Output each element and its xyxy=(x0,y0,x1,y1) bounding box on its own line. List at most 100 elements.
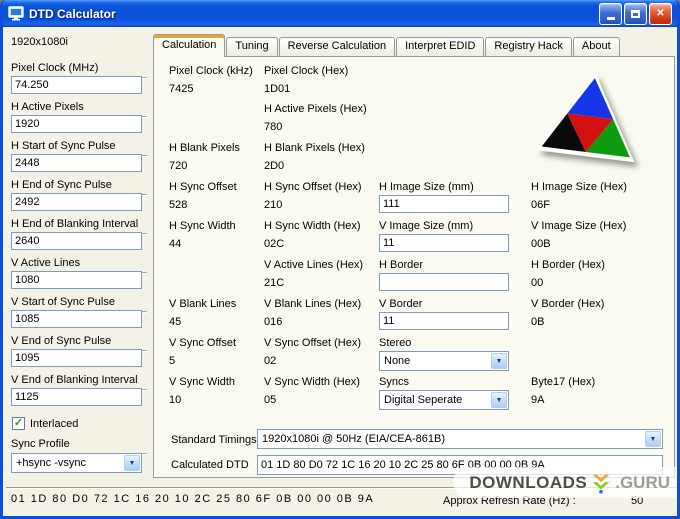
interlaced-label: Interlaced xyxy=(30,417,79,430)
byte17-hex-value: 9A xyxy=(531,394,545,406)
interlaced-checkbox[interactable]: ✓ xyxy=(12,417,25,430)
dtd-triangle-logo xyxy=(537,73,635,163)
close-icon: ✕ xyxy=(656,8,665,19)
h-active-hex-label: H Active Pixels (Hex) xyxy=(264,103,367,115)
h-blank-label: H Blank Pixels xyxy=(169,142,240,154)
stereo-select[interactable]: None ▼ xyxy=(379,351,509,371)
resolution-label: 1920x1080i xyxy=(11,36,68,48)
v-blank-hex-label: V Blank Lines (Hex) xyxy=(264,298,362,310)
v-blank-hex-value: 016 xyxy=(264,316,283,328)
dtd-calculator-window: DTD Calculator ✕ 1920x1080i Pixel Clock … xyxy=(0,0,680,519)
v-active-lines-input[interactable] xyxy=(11,271,142,289)
pixel-clock-hex-label: Pixel Clock (Hex) xyxy=(264,65,349,77)
maximize-button[interactable] xyxy=(624,2,647,25)
sync-profile-value: +hsync -vsync xyxy=(16,457,86,469)
status-dtd-text: 01 1D 80 D0 72 1C 16 20 10 2C 25 80 6F 0… xyxy=(11,493,375,505)
h-blank-hex-label: H Blank Pixels (Hex) xyxy=(264,142,365,154)
pixel-clock-khz-label: Pixel Clock (kHz) xyxy=(169,65,253,77)
interlaced-checkbox-row[interactable]: ✓ Interlaced xyxy=(12,417,78,430)
chevron-down-icon[interactable]: ▼ xyxy=(491,392,507,408)
stereo-value: None xyxy=(384,355,411,367)
calculated-dtd-label: Calculated DTD xyxy=(171,459,249,471)
standard-timings-label: Standard Timings xyxy=(171,434,257,446)
h-active-pixels-input[interactable] xyxy=(11,115,142,133)
v-active-hex-value: 21C xyxy=(264,277,285,289)
v-sync-width-hex-label: V Sync Width (Hex) xyxy=(264,376,360,388)
h-border-hex-label: H Border (Hex) xyxy=(531,259,605,271)
app-icon xyxy=(8,6,24,21)
v-start-sync-input[interactable] xyxy=(11,310,142,328)
v-blank-label: V Blank Lines xyxy=(169,298,237,310)
h-border-input[interactable] xyxy=(379,273,509,291)
h-sync-offset-hex-label: H Sync Offset (Hex) xyxy=(264,181,362,193)
syncs-select[interactable]: Digital Seperate ▼ xyxy=(379,390,509,410)
h-sync-offset-label: H Sync Offset xyxy=(169,181,237,193)
minimize-icon xyxy=(606,16,615,20)
h-sync-offset-value: 528 xyxy=(169,199,188,211)
tab-bar: Calculation Tuning Reverse Calculation I… xyxy=(153,34,621,57)
syncs-value: Digital Seperate xyxy=(384,394,463,406)
chevron-down-icon[interactable]: ▼ xyxy=(124,455,140,471)
h-border-hex-value: 00 xyxy=(531,277,544,289)
h-end-sync-input[interactable] xyxy=(11,193,142,211)
sync-profile-label: Sync Profile xyxy=(11,438,147,454)
minimize-button[interactable] xyxy=(599,2,622,25)
v-active-hex-label: V Active Lines (Hex) xyxy=(264,259,364,271)
byte17-hex-label: Byte17 (Hex) xyxy=(531,376,596,388)
h-start-sync-input[interactable] xyxy=(11,154,142,172)
standard-timings-value: 1920x1080i @ 50Hz (EIA/CEA-861B) xyxy=(262,433,445,445)
h-sync-offset-hex-value: 210 xyxy=(264,199,283,211)
tab-reverse-calculation[interactable]: Reverse Calculation xyxy=(278,37,396,56)
watermark-name: DOWNLOADS xyxy=(469,472,588,492)
v-image-hex-value: 00B xyxy=(531,238,551,250)
pixel-clock-hex-value: 1D01 xyxy=(264,83,291,95)
client-area: 1920x1080i Pixel Clock (MHz) H Active Pi… xyxy=(6,27,677,516)
download-arrow-icon xyxy=(592,474,610,494)
h-image-mm-input[interactable] xyxy=(379,195,509,213)
tab-about[interactable]: About xyxy=(572,37,620,56)
h-end-blanking-input[interactable] xyxy=(11,232,142,250)
h-blank-hex-value: 2D0 xyxy=(264,160,285,172)
calculation-panel: Pixel Clock (kHz) 7425 H Blank Pixels 72… xyxy=(153,56,675,478)
h-sync-width-hex-label: H Sync Width (Hex) xyxy=(264,220,361,232)
downloads-guru-watermark: DOWNLOADS .GURU xyxy=(453,467,677,498)
v-sync-offset-hex-label: V Sync Offset (Hex) xyxy=(264,337,361,349)
v-image-mm-input[interactable] xyxy=(379,234,509,252)
v-end-blanking-input[interactable] xyxy=(11,388,142,406)
chevron-down-icon[interactable]: ▼ xyxy=(491,353,507,369)
h-sync-width-label: H Sync Width xyxy=(169,220,236,232)
v-image-mm-label: V Image Size (mm) xyxy=(379,220,474,232)
titlebar[interactable]: DTD Calculator ✕ xyxy=(3,0,677,27)
v-sync-width-value: 10 xyxy=(169,394,182,406)
h-image-hex-value: 06F xyxy=(531,199,550,211)
v-end-sync-input[interactable] xyxy=(11,349,142,367)
v-sync-width-hex-value: 05 xyxy=(264,394,277,406)
h-image-mm-label: H Image Size (mm) xyxy=(379,181,474,193)
v-sync-offset-hex-value: 02 xyxy=(264,355,277,367)
h-sync-width-hex-value: 02C xyxy=(264,238,285,250)
h-sync-width-value: 44 xyxy=(169,238,182,250)
v-border-input[interactable] xyxy=(379,312,509,330)
close-button[interactable]: ✕ xyxy=(649,2,672,25)
chevron-down-icon[interactable]: ▼ xyxy=(645,431,661,447)
sync-profile-select[interactable]: +hsync -vsync ▼ xyxy=(11,453,142,473)
tab-tuning[interactable]: Tuning xyxy=(226,37,278,56)
tab-calculation[interactable]: Calculation xyxy=(153,34,226,57)
window-title: DTD Calculator xyxy=(29,6,116,21)
h-border-label: H Border xyxy=(379,259,424,271)
v-sync-width-label: V Sync Width xyxy=(169,376,236,388)
v-sync-offset-label: V Sync Offset xyxy=(169,337,237,349)
v-border-hex-value: 0B xyxy=(531,316,545,328)
v-blank-value: 45 xyxy=(169,316,182,328)
pixel-clock-mhz-input[interactable] xyxy=(11,76,142,94)
maximize-icon xyxy=(631,9,640,18)
stereo-label: Stereo xyxy=(379,337,412,349)
v-border-label: V Border xyxy=(379,298,423,310)
h-active-hex-value: 780 xyxy=(264,121,283,133)
pixel-clock-khz-value: 7425 xyxy=(169,83,194,95)
tab-interpret-edid[interactable]: Interpret EDID xyxy=(396,37,485,56)
tab-registry-hack[interactable]: Registry Hack xyxy=(485,37,572,56)
standard-timings-select[interactable]: 1920x1080i @ 50Hz (EIA/CEA-861B) ▼ xyxy=(257,429,663,449)
watermark-tld: .GURU xyxy=(615,472,670,492)
h-blank-value: 720 xyxy=(169,160,188,172)
